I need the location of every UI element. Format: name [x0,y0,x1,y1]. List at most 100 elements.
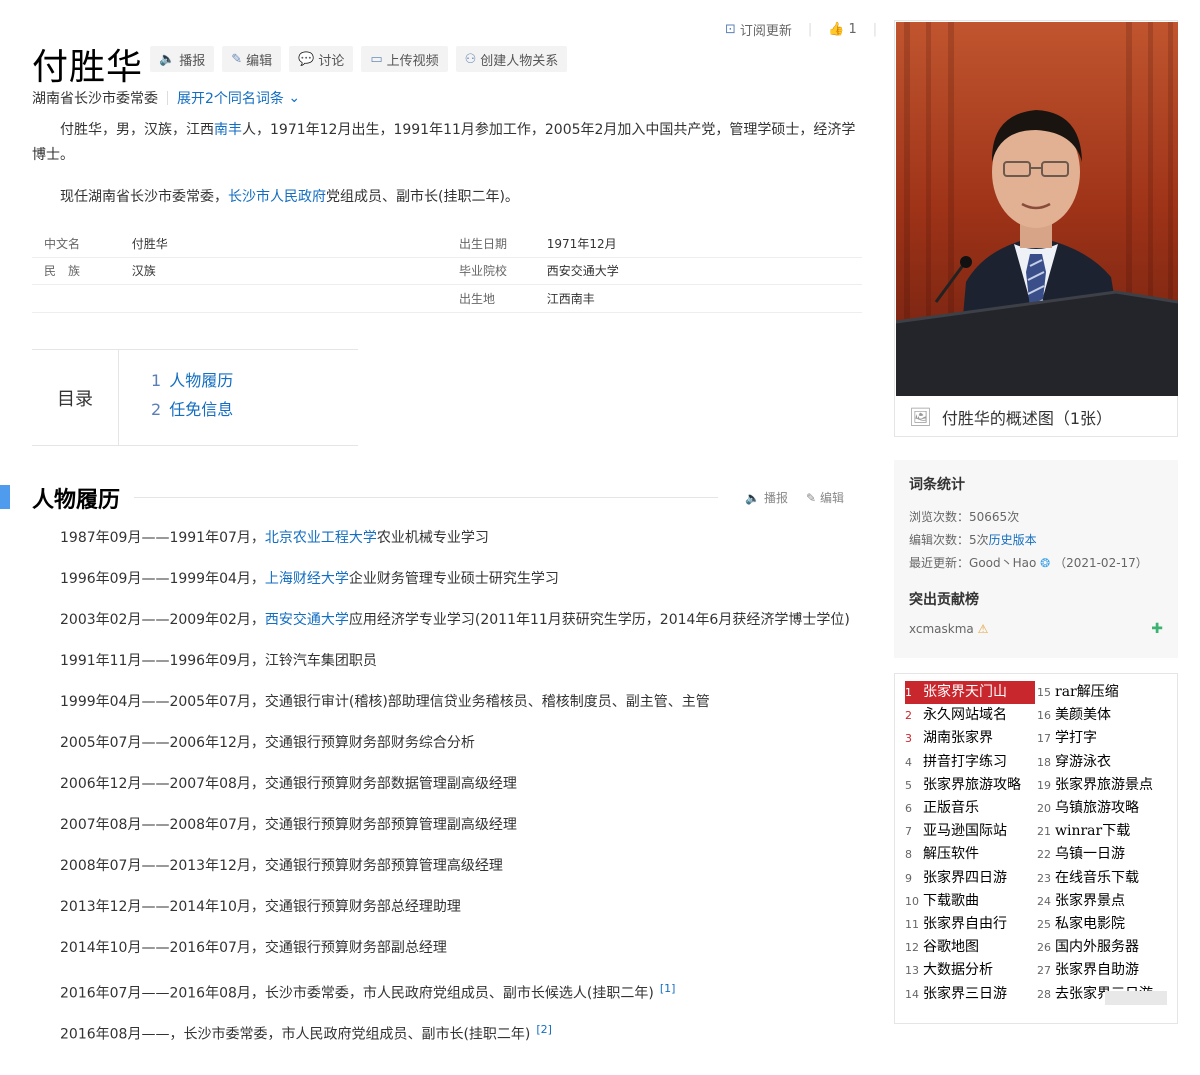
hot-text: rar解压缩 [1055,684,1119,701]
hot-item[interactable]: 3 湖南张家界 [905,727,1035,750]
hot-item[interactable]: 12 谷歌地图 [905,936,1035,959]
updated-user[interactable]: Good丶Hao [969,556,1036,570]
like-count: 1 [848,22,857,37]
hot-item[interactable]: 5 张家界旅游攻略 [905,774,1035,797]
hot-item[interactable]: 4 拼音打字练习 [905,751,1035,774]
career-item: 1987年09月——1991年07月，北京农业工程大学农业机械专业学习 [60,527,850,568]
info-name: 民 族 [44,264,81,279]
hot-text: 在线音乐下载 [1055,869,1139,886]
hot-rank: 18 [1037,755,1051,769]
toc-label: 人物履历 [169,371,234,390]
contrib-title: 突出贡献榜 [909,592,979,608]
nanfeng-link[interactable]: 南丰 [214,122,242,138]
toc-item-career[interactable]: 1 人物履历 [151,370,233,399]
toc-label: 任免信息 [169,400,234,419]
career-item: 2016年07月——2016年08月，长沙市委常委，市人民政府党组成员、副市长候… [60,978,850,1019]
updated-date: （2021-02-17） [1054,556,1148,570]
toc-number: 1 [151,371,162,390]
hot-item[interactable]: 24 张家界景点 [1037,890,1167,913]
changsha-gov-link[interactable]: 长沙市人民政府 [228,189,326,205]
hot-item[interactable]: 18 穿游泳衣 [1037,751,1167,774]
career-item: 2016年08月——，长沙市委常委，市人民政府党组成员、副市长(挂职二年) [2] [60,1019,850,1060]
edits-row: 编辑次数：5次历史版本 [909,529,1163,552]
summary-photo-card[interactable]: 🖼 付胜华的概述图（1张） [894,20,1178,437]
career-text: 2016年08月——，长沙市委常委，市人民政府党组成员、副市长(挂职二年) [60,1026,531,1043]
hot-item[interactable]: 19 张家界旅游景点 [1037,774,1167,797]
hot-text: 张家界景点 [1055,892,1125,909]
career-item: 1999年04月——2005年07月，交通银行审计(稽核)部助理信贷业务稽核员、… [60,691,850,732]
broadcast-label: 播报 [179,53,206,69]
hot-item[interactable]: 21 winrar下载 [1037,820,1167,843]
bookmark-star-icon[interactable]: ✚ [1151,621,1163,637]
info-name: 中文名 [44,236,81,251]
contributor-row: xcmaskma ⚠ ✚ [909,621,1163,637]
hot-text: 大数据分析 [923,962,993,979]
hot-text: 私家电影院 [1055,915,1125,932]
hot-item[interactable]: 8 解压软件 [905,843,1035,866]
career-item: 2003年02月——2009年02月，西安交通大学应用经济学专业学习(2011年… [60,609,850,650]
hot-rank: 17 [1037,732,1051,746]
reference-link[interactable]: [2] [536,1023,552,1036]
portrait-illustration [896,22,1178,396]
summary-text: 党组成员、副市长(挂职二年)。 [326,189,519,205]
career-text: 2008年07月——2013年12月，交通银行预算财务部预算管理高级经理 [60,858,503,874]
info-name: 出生日期 [459,236,508,251]
hot-item[interactable]: 2 永久网站域名 [905,704,1035,727]
summary-paragraph-2: 现任湖南省长沙市委常委，长沙市人民政府党组成员、副市长(挂职二年)。 [32,185,862,210]
hot-item[interactable]: 9 张家界四日游 [905,867,1035,890]
career-item: 2013年12月——2014年10月，交通银行预算财务部总经理助理 [60,896,850,937]
hot-item[interactable]: 27 张家界自助游 [1037,959,1167,982]
hot-item[interactable]: 6 正版音乐 [905,797,1035,820]
hot-item[interactable]: 11 张家界自由行 [905,913,1035,936]
school-link[interactable]: 西安交通大学 [265,612,349,628]
career-item: 2014年10月——2016年07月，交通银行预算财务部副总经理 [60,937,850,978]
like-button[interactable]: 👍 1 [828,22,856,37]
pencil-icon: ✎ [805,490,817,505]
edit-button[interactable]: ✎ 编辑 [222,46,282,72]
school-link[interactable]: 北京农业工程大学 [265,530,377,546]
hot-text: 永久网站域名 [923,707,1007,724]
hot-text: 谷歌地图 [923,939,979,956]
section-title: 人物履历 [32,488,121,513]
hot-item[interactable]: 20 乌镇旅游攻略 [1037,797,1167,820]
bookmark-icon: ⊡ [725,22,736,37]
hot-item[interactable]: 22 乌镇一日游 [1037,843,1167,866]
create-relation-button[interactable]: ⚇ 创建人物关系 [455,46,568,72]
hot-item[interactable]: 26 国内外服务器 [1037,936,1167,959]
hot-rank: 25 [1037,917,1051,931]
discuss-button[interactable]: 💬 讨论 [289,46,354,72]
school-link[interactable]: 上海财经大学 [265,571,349,587]
views-count: 50665次 [969,510,1020,524]
hot-item[interactable]: 23 在线音乐下载 [1037,867,1167,890]
hot-item[interactable]: 13 大数据分析 [905,959,1035,982]
chevron-down-icon: ⌄ [283,90,301,106]
hot-text: 乌镇一日游 [1055,846,1125,863]
hot-item[interactable]: 14 张家界三日游 [905,982,1035,1005]
photo-caption[interactable]: 🖼 付胜华的概述图（1张） [895,401,1177,433]
subtitle-bar: 湖南省长沙市委常委 展开2个同名词条 ⌄ [32,88,300,108]
hot-item[interactable]: 17 学打字 [1037,727,1167,750]
section-broadcast-button[interactable]: 🔈 播报 [745,489,788,506]
upload-video-button[interactable]: ▭ 上传视频 [361,46,448,72]
history-version-link[interactable]: 历史版本 [989,533,1037,547]
career-text: 2014年10月——2016年07月，交通银行预算财务部副总经理 [60,940,447,956]
portrait-photo[interactable] [896,22,1178,396]
hot-item[interactable]: 7 亚马逊国际站 [905,820,1035,843]
career-text: 1991年11月——1996年09月，江铃汽车集团职员 [60,653,377,669]
basic-info-table: 中文名 付胜华 出生日期 1971年12月 民 族 汉族 毕业院校 西安交通大学… [32,230,862,313]
broadcast-button[interactable]: 🔈 播报 [150,46,215,72]
subscribe-button[interactable]: ⊡ 订阅更新 [725,20,792,39]
hot-item[interactable]: 25 私家电影院 [1037,913,1167,936]
contributor-name[interactable]: xcmaskma [909,622,974,636]
summary-text: 付胜华，男，汉族，江西 [60,122,214,138]
reference-link[interactable]: [1] [660,982,676,995]
hot-item[interactable]: 10 下载歌曲 [905,890,1035,913]
hot-rank: 3 [905,732,912,746]
hot-item[interactable]: 16 美颜美体 [1037,704,1167,727]
section-edit-button[interactable]: ✎ 编辑 [806,489,844,506]
toc-item-appointments[interactable]: 2 任免信息 [151,399,233,428]
expand-same-name-link[interactable]: 展开2个同名词条 [177,88,284,108]
hot-item[interactable]: 15 rar解压缩 [1037,681,1167,704]
section-accent-bar [0,485,10,509]
hot-item[interactable]: 1 张家界天门山 [905,681,1035,705]
